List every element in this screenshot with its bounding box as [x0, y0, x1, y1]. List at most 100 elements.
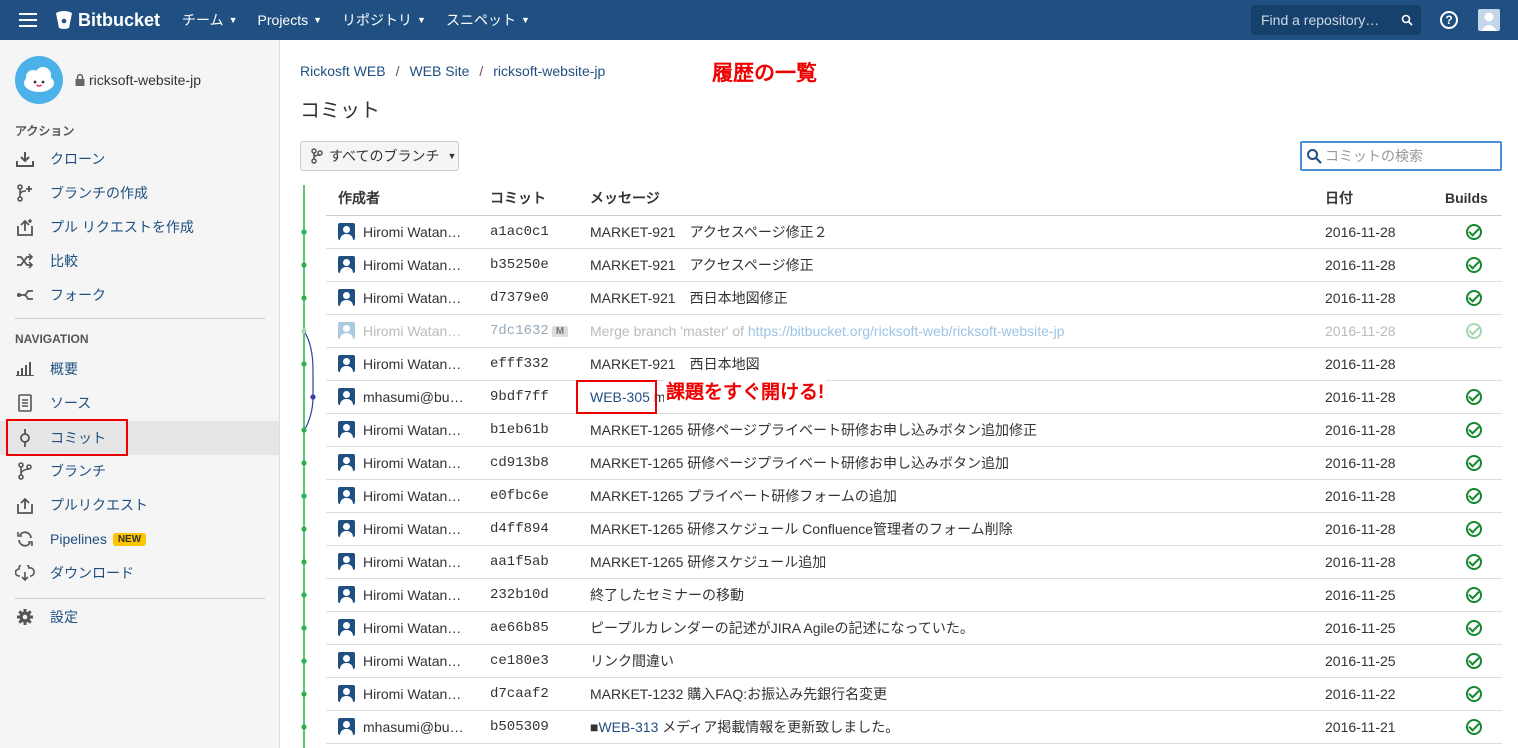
commit-message[interactable]: MARKET-921 西日本地図	[590, 356, 760, 372]
bitbucket-logo[interactable]: Bitbucket	[56, 10, 160, 31]
commit-hash-link[interactable]: 232b10d	[490, 587, 549, 603]
commit-hash-link[interactable]: b1eb61b	[490, 422, 549, 438]
nav-projects[interactable]: Projects ▼	[258, 12, 323, 28]
sidebar-item-create-pull-request[interactable]: プル リクエストを作成	[0, 210, 279, 244]
sidebar-item-compare[interactable]: 比較	[0, 244, 279, 278]
user-avatar-icon[interactable]	[1478, 9, 1500, 31]
table-row[interactable]: Hiromi Watan… e0fbc6e MARKET-1265 プライベート研修…	[326, 479, 1502, 513]
sidebar-item-create-branch[interactable]: ブランチの作成	[0, 176, 279, 210]
nav-snippets[interactable]: スニペット ▼	[446, 10, 530, 30]
commit-hash-link[interactable]: a1ac0c1	[490, 224, 549, 240]
table-row[interactable]: Hiromi Watan… b35250e MARKET-921 アクセスページ修正…	[326, 248, 1502, 282]
commit-message[interactable]: リンク間違い	[590, 653, 674, 669]
build-success-icon[interactable]	[1465, 719, 1482, 736]
commit-message[interactable]: ピープルカレンダーの記述がJIRA Agileの記述になっていた。	[590, 620, 974, 636]
commit-message[interactable]: MARKET-1265 研修スケジュール追加	[590, 554, 826, 570]
repository-avatar[interactable]	[15, 56, 63, 104]
table-row[interactable]: Hiromi Watan… b1eb61b MARKET-1265 研修ページプライ…	[326, 413, 1502, 447]
author-name[interactable]: Hiromi Watan…	[363, 455, 461, 471]
nav-repositories[interactable]: リポジトリ ▼	[342, 10, 426, 30]
build-success-icon[interactable]	[1465, 290, 1482, 307]
author-name[interactable]: Hiromi Watan…	[363, 587, 461, 603]
build-success-icon[interactable]	[1465, 323, 1482, 340]
table-row[interactable]: Hiromi Watan… ae66b85 ピープルカレンダーの記述がJIRA Ag…	[326, 611, 1502, 645]
build-success-icon[interactable]	[1465, 653, 1482, 670]
commit-hash-link[interactable]: 9bdf7ff	[490, 389, 549, 405]
author-name[interactable]: Hiromi Watan…	[363, 488, 461, 504]
commit-hash-link[interactable]: d7379e0	[490, 290, 549, 306]
nav-teams[interactable]: チーム ▼	[182, 10, 238, 30]
merge-source-link[interactable]: https://bitbucket.org/ricksoft-web/ricks…	[748, 323, 1065, 339]
help-icon[interactable]: ?	[1440, 11, 1458, 29]
build-success-icon[interactable]	[1465, 224, 1482, 241]
table-row[interactable]: Hiromi Watan… efff332 MARKET-921 西日本地図 2016…	[326, 347, 1502, 381]
branch-filter-dropdown[interactable]: すべてのブランチ ▼	[300, 141, 459, 171]
table-row[interactable]: mhasumi@bu…9bdf7ffWEB-305 meta記修正いたしました。…	[326, 380, 1502, 414]
sidebar-item-source[interactable]: ソース	[0, 386, 279, 420]
menu-icon[interactable]	[0, 0, 56, 40]
author-name[interactable]: Hiromi Watan…	[363, 521, 461, 537]
commit-hash-link[interactable]: b35250e	[490, 257, 549, 273]
author-name[interactable]: Hiromi Watan…	[363, 356, 461, 372]
sidebar-item-clone[interactable]: クローン	[0, 142, 279, 176]
breadcrumb-repo-group-link[interactable]: WEB Site	[409, 63, 469, 79]
table-row[interactable]: Hiromi Watan… d4ff894 MARKET-1265 研修スケジュール…	[326, 512, 1502, 546]
table-row[interactable]: mhasumi@bu… b505309 ■WEB-313 メディア掲載情報を更新致し…	[326, 710, 1502, 744]
table-row[interactable]: Hiromi Watan… 232b10d 終了したセミナーの移動 2016-11-2…	[326, 578, 1502, 612]
commit-hash-link[interactable]: 7dc1632	[490, 323, 549, 339]
build-success-icon[interactable]	[1465, 389, 1482, 406]
author-name[interactable]: Hiromi Watan…	[363, 224, 461, 240]
commit-hash-link[interactable]: efff332	[490, 356, 549, 372]
sidebar-item-pipelines[interactable]: Pipelines NEW	[0, 522, 279, 556]
column-author[interactable]: 作成者	[326, 182, 490, 216]
author-name[interactable]: Hiromi Watan…	[363, 290, 461, 306]
build-success-icon[interactable]	[1465, 455, 1482, 472]
commit-message[interactable]: MARKET-921 西日本地図修正	[590, 290, 788, 306]
author-name[interactable]: Hiromi Watan…	[363, 323, 461, 339]
issue-link[interactable]: WEB-313	[598, 719, 658, 735]
commit-message[interactable]: MARKET-921 アクセスページ修正２	[590, 224, 828, 240]
sidebar-item-settings[interactable]: 設定	[0, 600, 279, 634]
table-row[interactable]: Hiromi Watan… a1ac0c1 MARKET-921 アクセスページ修正…	[326, 215, 1502, 249]
commit-hash-link[interactable]: ae66b85	[490, 620, 549, 636]
commit-message[interactable]: MARKET-1265 研修スケジュール Confluence管理者のフォーム削…	[590, 521, 1013, 537]
commit-message[interactable]: Merge branch 'master' of	[590, 323, 748, 339]
commit-message[interactable]: MARKET-1265 プライベート研修フォームの追加	[590, 488, 897, 504]
build-success-icon[interactable]	[1465, 587, 1482, 604]
table-row[interactable]: Hiromi Watan… d7379e0 MARKET-921 西日本地図修正 20…	[326, 281, 1502, 315]
commit-message[interactable]: 終了したセミナーの移動	[590, 587, 744, 603]
build-success-icon[interactable]	[1465, 686, 1482, 703]
table-row[interactable]: Hiromi Watan… d7caaf2 MARKET-1232 購入FAQ:お振…	[326, 677, 1502, 711]
author-name[interactable]: mhasumi@bu…	[363, 719, 464, 735]
commit-search-input[interactable]: コミットの検索	[1300, 141, 1502, 171]
build-success-icon[interactable]	[1465, 521, 1482, 538]
build-success-icon[interactable]	[1465, 422, 1482, 439]
commit-hash-link[interactable]: cd913b8	[490, 455, 549, 471]
commit-hash-link[interactable]: e0fbc6e	[490, 488, 549, 504]
author-name[interactable]: Hiromi Watan…	[363, 554, 461, 570]
author-name[interactable]: Hiromi Watan…	[363, 686, 461, 702]
author-name[interactable]: Hiromi Watan…	[363, 422, 461, 438]
commit-hash-link[interactable]: b505309	[490, 719, 549, 735]
breadcrumb-project-link[interactable]: Rickosft WEB	[300, 63, 386, 79]
sidebar-item-overview[interactable]: 概要	[0, 352, 279, 386]
build-success-icon[interactable]	[1465, 554, 1482, 571]
build-success-icon[interactable]	[1465, 488, 1482, 505]
build-success-icon[interactable]	[1465, 257, 1482, 274]
table-row[interactable]: Hiromi Watan… cd913b8 MARKET-1265 研修ページプライ…	[326, 446, 1502, 480]
breadcrumb-repository-link[interactable]: ricksoft-website-jp	[493, 63, 605, 79]
commit-message[interactable]: MARKET-1265 研修ページプライベート研修お申し込みボタン追加	[590, 455, 1009, 471]
author-name[interactable]: Hiromi Watan…	[363, 257, 461, 273]
commit-hash-link[interactable]: d7caaf2	[490, 686, 549, 702]
table-row[interactable]: Hiromi Watan… aa1f5ab MARKET-1265 研修スケジュール…	[326, 545, 1502, 579]
commit-message[interactable]: MARKET-1265 研修ページプライベート研修お申し込みボタン追加修正	[590, 422, 1037, 438]
sidebar-item-pull-requests[interactable]: プルリクエスト	[0, 488, 279, 522]
author-name[interactable]: Hiromi Watan…	[363, 620, 461, 636]
commit-message[interactable]: メディア掲載情報を更新致しました。	[658, 719, 899, 735]
commit-message[interactable]: MARKET-921 アクセスページ修正	[590, 257, 814, 273]
table-row[interactable]: Hiromi Watan… 7dc1632 M Merge branch 'maste…	[326, 314, 1502, 348]
build-success-icon[interactable]	[1465, 620, 1482, 637]
commit-hash-link[interactable]: ce180e3	[490, 653, 549, 669]
sidebar-item-downloads[interactable]: ダウンロード	[0, 556, 279, 590]
repository-name[interactable]: ricksoft-website-jp	[75, 72, 201, 88]
